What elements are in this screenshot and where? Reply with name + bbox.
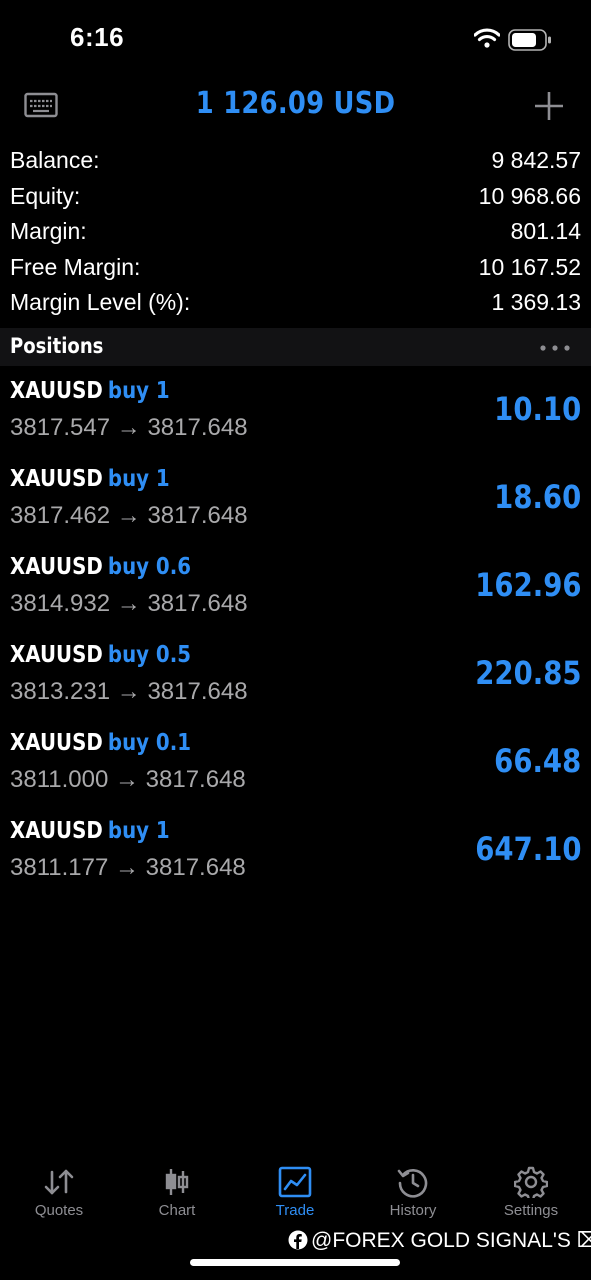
position-side: buy 1 [107,466,170,492]
summary-value: 1 369.13 [491,289,581,316]
trade-chart-icon [278,1166,312,1198]
position-side: buy 1 [107,818,170,844]
profit-total-title: 1 126.09 USD [195,86,396,121]
tab-label: History [389,1202,437,1219]
position-profit: 18.60 [493,478,581,516]
position-symbol: XAUUSD [10,466,103,492]
position-prices: 3811.177 → 3817.648 [10,854,246,881]
position-symbol: XAUUSD [10,554,103,580]
position-header: XAUUSD buy 0.1 [10,730,191,756]
account-summary: Balance: 9 842.57 Equity: 10 968.66 Marg… [0,142,591,320]
status-bar: 6:16 [0,0,591,80]
position-header: XAUUSD buy 1 [10,818,170,844]
summary-label: Margin: [10,218,87,245]
tab-history[interactable]: History [354,1160,472,1230]
watermark: @FOREX GOLD SIGNAL'S ⌧ [288,1228,591,1253]
position-profit: 10.10 [493,390,581,428]
position-prices: 3813.231 → 3817.648 [10,678,248,705]
position-symbol: XAUUSD [10,730,103,756]
position-row[interactable]: XAUUSD buy 0.6 3814.932 → 3817.648 162.96 [0,546,591,634]
summary-row-margin: Margin: 801.14 [0,213,591,249]
position-profit: 162.96 [474,566,581,604]
summary-label: Margin Level (%): [10,289,191,316]
position-row[interactable]: XAUUSD buy 0.1 3811.000 → 3817.648 66.48 [0,722,591,810]
tab-trade[interactable]: Trade [236,1160,354,1230]
position-symbol: XAUUSD [10,378,103,404]
position-prices: 3811.000 → 3817.648 [10,766,246,793]
plus-icon[interactable] [533,90,565,122]
tab-chart[interactable]: Chart [118,1160,236,1230]
tab-bar: Quotes Chart Trade History Settings [0,1160,591,1230]
top-bar: 1 126.09 USD [0,80,591,132]
tab-label: Settings [503,1202,559,1219]
tab-label: Quotes [34,1202,84,1219]
positions-section-header: Positions [0,328,591,366]
home-indicator [190,1259,400,1266]
position-prices: 3817.547 → 3817.648 [10,414,248,441]
position-row[interactable]: XAUUSD buy 1 3817.547 → 3817.648 10.10 [0,370,591,458]
summary-value: 9 842.57 [491,147,581,173]
position-symbol: XAUUSD [10,642,103,668]
summary-label: Balance: [10,147,100,173]
candlestick-chart-icon [165,1169,189,1195]
tab-label: Chart [158,1202,196,1219]
positions-list: XAUUSD buy 1 3817.547 → 3817.648 10.10 XA… [0,370,591,898]
position-side: buy 1 [107,378,170,404]
position-row[interactable]: XAUUSD buy 0.5 3813.231 → 3817.648 220.85 [0,634,591,722]
watermark-text: @FOREX GOLD SIGNAL'S ⌧ [311,1229,591,1252]
history-clock-icon [397,1169,428,1198]
summary-value: 801.14 [510,218,581,245]
position-header: XAUUSD buy 1 [10,378,170,404]
position-row[interactable]: XAUUSD buy 1 3817.462 → 3817.648 18.60 [0,458,591,546]
battery-icon [508,29,551,51]
position-header: XAUUSD buy 1 [10,466,170,492]
facebook-icon [288,1230,308,1250]
summary-label: Equity: [10,182,81,209]
position-profit: 66.48 [493,742,581,780]
summary-row-margin-level: Margin Level (%): 1 369.13 [0,284,591,320]
positions-title: Positions [10,334,104,358]
position-side: buy 0.5 [107,642,191,668]
summary-value: 10 968.66 [478,182,581,209]
summary-row-free-margin: Free Margin: 10 167.52 [0,249,591,285]
wifi-icon [474,28,500,48]
position-header: XAUUSD buy 0.6 [10,554,191,580]
tab-quotes[interactable]: Quotes [0,1160,118,1230]
summary-value: 10 167.52 [478,253,581,280]
tab-label: Trade [275,1202,315,1219]
status-time: 6:16 [70,22,125,52]
position-side: buy 0.6 [107,554,191,580]
position-row[interactable]: XAUUSD buy 1 3811.177 → 3817.648 647.10 [0,810,591,898]
position-header: XAUUSD buy 0.5 [10,642,191,668]
tab-settings[interactable]: Settings [472,1160,590,1230]
position-prices: 3814.932 → 3817.648 [10,590,248,617]
gear-icon [514,1166,548,1198]
position-side: buy 0.1 [107,730,191,756]
summary-row-balance: Balance: 9 842.57 [0,142,591,178]
position-prices: 3817.462 → 3817.648 [10,502,248,529]
position-symbol: XAUUSD [10,818,103,844]
position-profit: 647.10 [474,830,581,868]
position-profit: 220.85 [474,654,581,692]
quotes-arrows-icon [44,1169,74,1195]
more-options-icon[interactable] [539,344,571,352]
summary-label: Free Margin: [10,253,141,280]
summary-row-equity: Equity: 10 968.66 [0,178,591,214]
